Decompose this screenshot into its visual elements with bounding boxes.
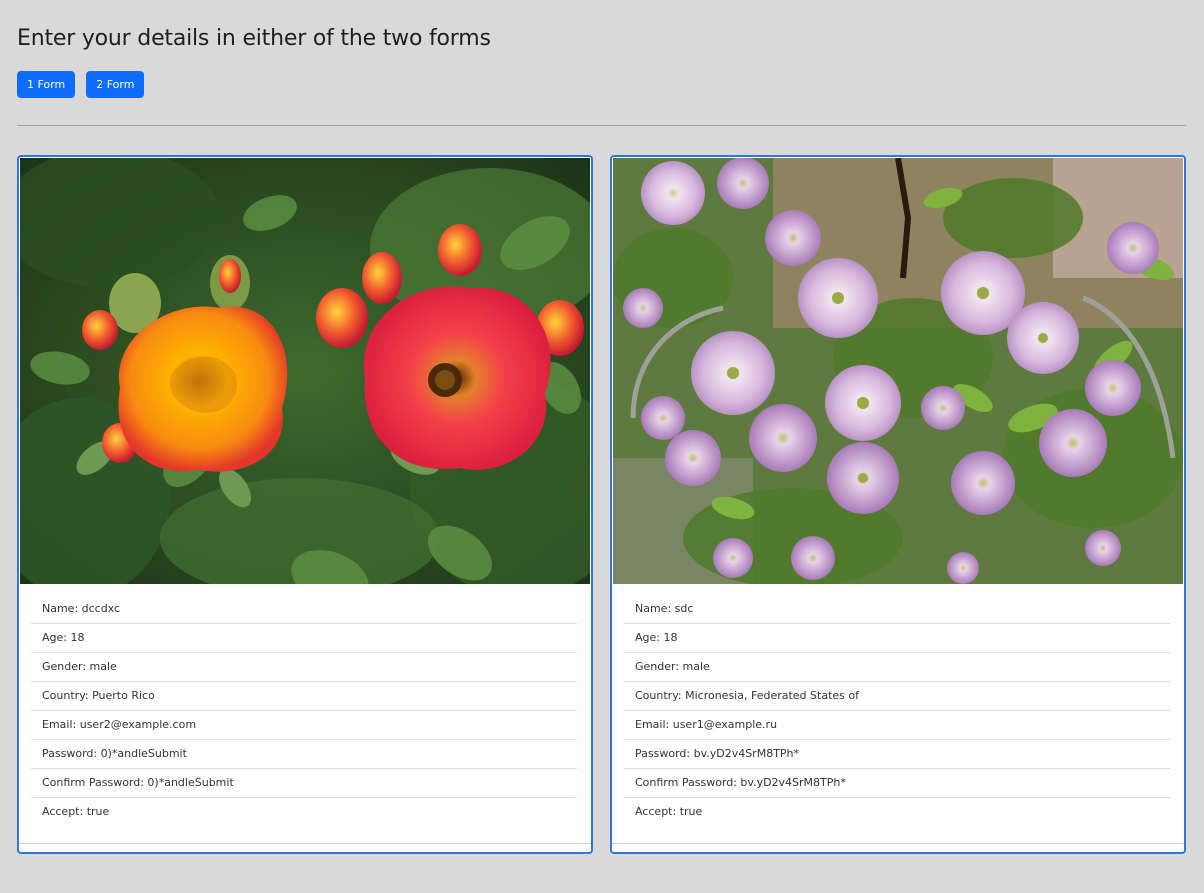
submission-details-1: Name: dccdxc Age: 18 Gender: male Countr… [31, 595, 577, 826]
field-accept: Accept: true [635, 805, 703, 818]
form-tabs: 1 Form 2 Form [17, 71, 145, 98]
field-gender: Gender: male [31, 653, 577, 682]
field-email: Email: user2@example.com [31, 711, 577, 740]
page-title: Enter your details in either of the two … [17, 26, 491, 51]
submission-card-2: Name: sdc Age: 18 Gender: male Country: … [610, 155, 1186, 854]
field-country: Country: Micronesia, Federated States of [624, 682, 1170, 711]
field-age: Age: 18 [31, 624, 577, 653]
field-password: Password: bv.yD2v4SrM8TPh* [624, 740, 1170, 769]
field-name: Name: sdc [624, 595, 1170, 624]
field-password: Password: 0)*andleSubmit [31, 740, 577, 769]
field-name: Name: dccdxc [31, 595, 577, 624]
form-2-button[interactable]: 2 Form [86, 71, 145, 98]
submission-card-1: Name: dccdxc Age: 18 Gender: male Countr… [17, 155, 593, 854]
field-age: Age: 18 [624, 624, 1170, 653]
clematis-photo [613, 158, 1183, 584]
divider [17, 125, 1186, 126]
card-footer [19, 843, 591, 844]
card-footer [612, 843, 1184, 844]
field-gender: Gender: male [624, 653, 1170, 682]
field-accept: Accept: true [42, 805, 110, 818]
field-email: Email: user1@example.ru [624, 711, 1170, 740]
field-confirm-password: Confirm Password: bv.yD2v4SrM8TPh* [624, 769, 1170, 798]
field-confirm-password: Confirm Password: 0)*andleSubmit [31, 769, 577, 798]
form-1-button[interactable]: 1 Form [17, 71, 76, 98]
field-country: Country: Puerto Rico [31, 682, 577, 711]
roses-photo [20, 158, 590, 584]
submission-details-2: Name: sdc Age: 18 Gender: male Country: … [624, 595, 1170, 826]
